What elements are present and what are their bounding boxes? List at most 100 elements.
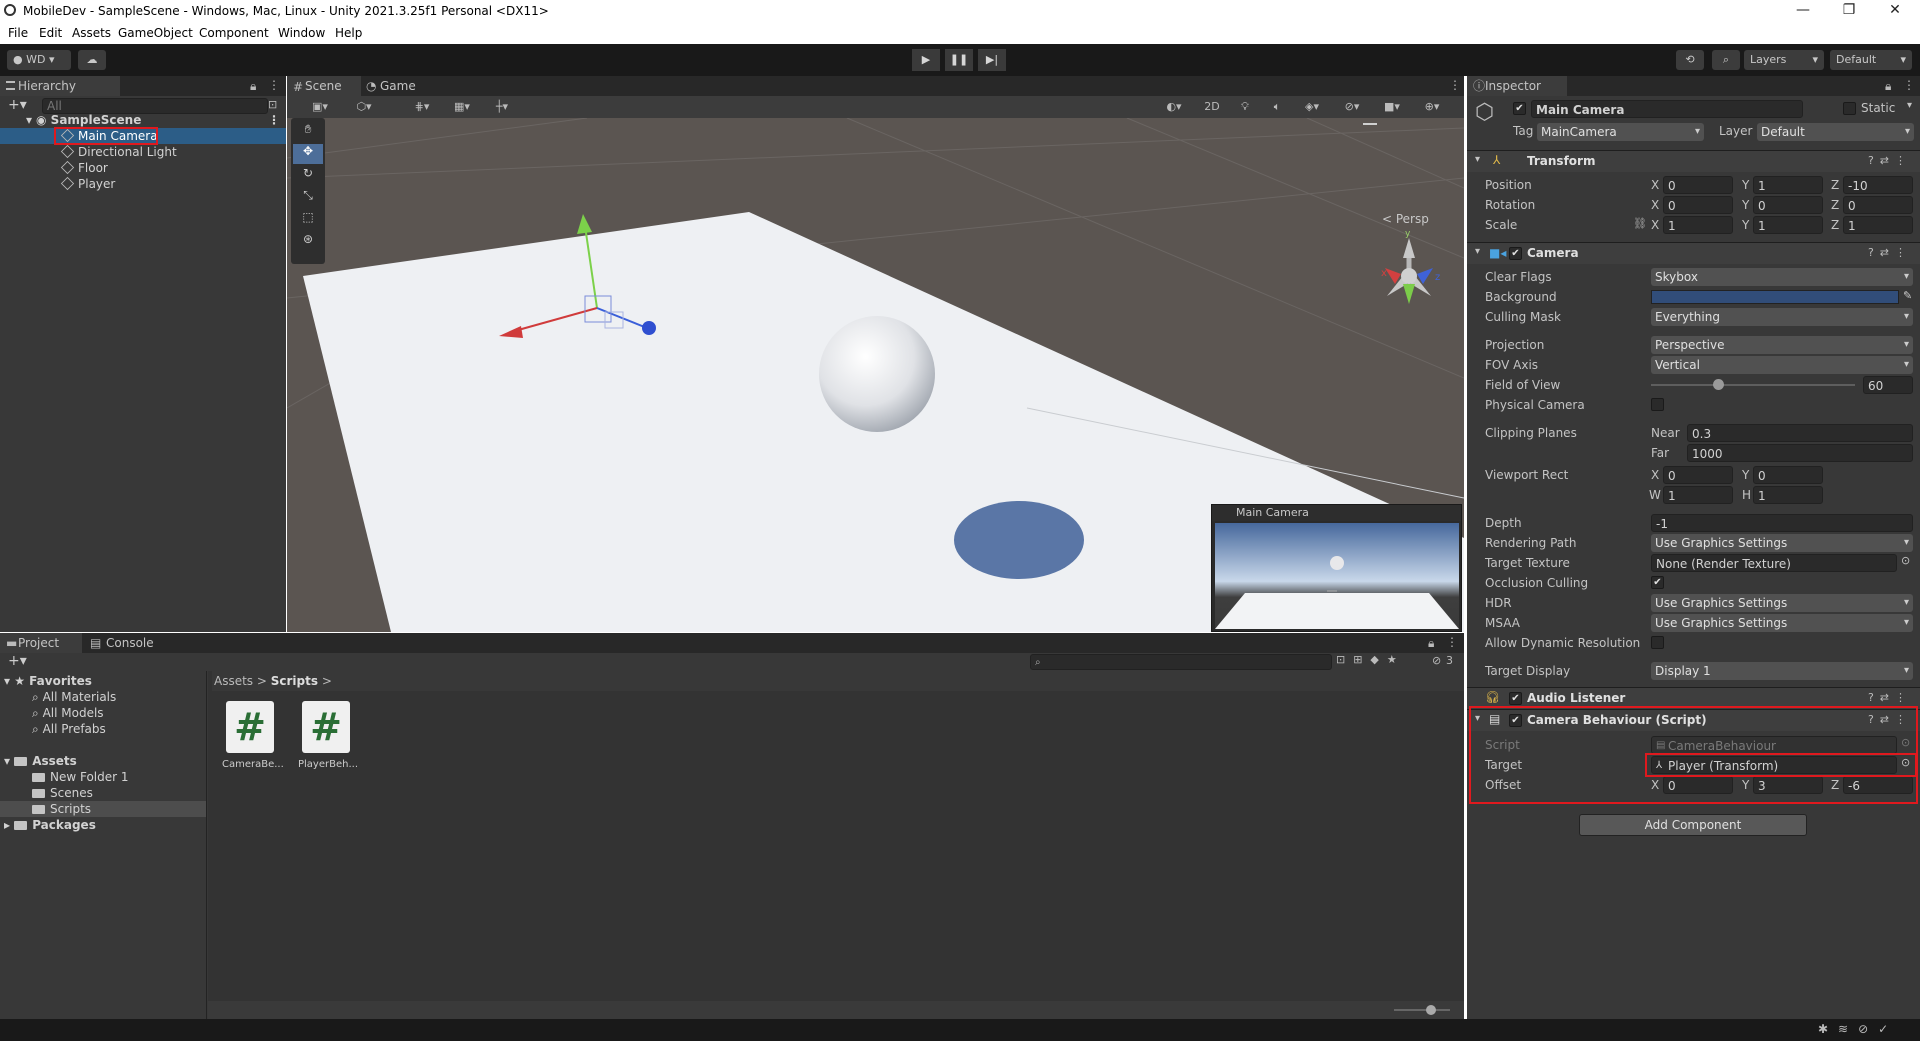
fov-axis-dropdown[interactable]: Vertical xyxy=(1651,356,1913,374)
kebab-menu-icon[interactable]: ⋮ xyxy=(268,78,280,92)
rendering-path-dropdown[interactable]: Use Graphics Settings xyxy=(1651,534,1913,552)
player-sphere[interactable] xyxy=(819,316,935,432)
breadcrumb-scripts[interactable]: Scripts xyxy=(271,674,318,688)
far-field[interactable]: 1000 xyxy=(1687,444,1913,462)
grid-button[interactable]: ▦▾ xyxy=(445,97,479,117)
effects-button[interactable]: ◈▾ xyxy=(1295,97,1329,117)
scene-row[interactable]: ▾ ◉ SampleScene ⋮ xyxy=(0,112,286,128)
rotation-y-field[interactable]: 0 xyxy=(1753,196,1823,214)
folder-scenes[interactable]: Scenes xyxy=(32,785,93,801)
active-checkbox[interactable]: ✔ xyxy=(1513,102,1526,115)
close-button[interactable]: ✕ xyxy=(1872,2,1918,22)
depth-field[interactable]: -1 xyxy=(1651,514,1913,532)
layout-dropdown[interactable]: Default ▾ xyxy=(1830,50,1912,70)
camera-settings-button[interactable]: ■▾ xyxy=(1375,97,1409,117)
menu-window[interactable]: Window xyxy=(278,26,325,40)
static-checkbox[interactable] xyxy=(1843,102,1856,115)
search-button[interactable]: ⌕ xyxy=(1712,50,1740,70)
kebab-menu-icon[interactable]: ⋮ xyxy=(1446,635,1458,649)
favorite-all-prefabs[interactable]: ⌕ All Prefabs xyxy=(32,721,106,737)
lighting-toggle[interactable]: 💡︎ xyxy=(1231,97,1259,117)
component-actions-icon[interactable]: ?⇄⋮ xyxy=(1868,713,1912,726)
folder-new-folder-1[interactable]: New Folder 1 xyxy=(32,769,129,785)
assets-row[interactable]: ▾ Assets xyxy=(4,753,77,769)
kebab-menu-icon[interactable]: ⋮ xyxy=(268,112,280,128)
asset-file-playerbehaviour[interactable]: # PlayerBeh... xyxy=(298,701,358,781)
menu-help[interactable]: Help xyxy=(335,26,362,40)
scale-z-field[interactable]: 1 xyxy=(1843,216,1913,234)
lock-icon[interactable]: 🔒︎ xyxy=(1428,636,1434,651)
link-icon[interactable]: ⛓︎ xyxy=(1633,217,1647,230)
projection-dropdown[interactable]: Perspective xyxy=(1651,336,1913,354)
increment-snap-button[interactable]: ┼▾ xyxy=(485,97,519,117)
layers-dropdown[interactable]: Layers ▾ xyxy=(1744,50,1824,70)
hdr-dropdown[interactable]: Use Graphics Settings xyxy=(1651,594,1913,612)
add-icon[interactable]: +▾ xyxy=(8,653,27,669)
camera-enabled-checkbox[interactable]: ✔ xyxy=(1509,247,1522,260)
menu-edit[interactable]: Edit xyxy=(39,26,62,40)
tab-console[interactable]: ▤ Console xyxy=(86,633,166,653)
mode-2d-button[interactable]: 2D xyxy=(1197,97,1227,117)
target-display-dropdown[interactable]: Display 1 xyxy=(1651,662,1913,680)
culling-mask-dropdown[interactable]: Everything xyxy=(1651,308,1913,326)
viewport-y-field[interactable]: 0 xyxy=(1753,466,1823,484)
eyedropper-icon[interactable]: ✎ xyxy=(1903,289,1912,302)
offset-x-field[interactable]: 0 xyxy=(1663,776,1733,794)
favorite-all-models[interactable]: ⌕ All Models xyxy=(32,705,104,721)
transform-header[interactable]: ▾ ⅄ Transform ?⇄⋮ xyxy=(1467,150,1920,172)
rotation-z-field[interactable]: 0 xyxy=(1843,196,1913,214)
view-tool-button[interactable]: ✋︎ xyxy=(293,122,323,142)
component-actions-icon[interactable]: ?⇄⋮ xyxy=(1868,246,1912,259)
offset-z-field[interactable]: -6 xyxy=(1843,776,1913,794)
tag-dropdown[interactable]: MainCamera xyxy=(1537,123,1704,141)
fov-slider-handle[interactable] xyxy=(1713,379,1725,390)
favorite-all-materials[interactable]: ⌕ All Materials xyxy=(32,689,116,705)
restore-button[interactable]: ❐ xyxy=(1826,2,1872,22)
tab-project[interactable]: ▬ Project xyxy=(0,633,82,653)
menu-assets[interactable]: Assets xyxy=(72,26,111,40)
scale-y-field[interactable]: 1 xyxy=(1753,216,1823,234)
camera-behaviour-checkbox[interactable]: ✔ xyxy=(1509,714,1522,727)
audio-listener-checkbox[interactable]: ✔ xyxy=(1509,692,1522,705)
breadcrumb-assets[interactable]: Assets xyxy=(214,674,253,688)
step-button[interactable]: ▶| xyxy=(978,49,1006,71)
kebab-menu-icon[interactable]: ⋮ xyxy=(1903,78,1915,92)
rect-tool-button[interactable]: ⬚ xyxy=(293,210,323,230)
fov-slider-track[interactable] xyxy=(1651,384,1855,386)
asset-file-camerabehaviour[interactable]: # CameraBe... xyxy=(222,701,284,781)
occlusion-culling-checkbox[interactable]: ✔ xyxy=(1651,576,1664,589)
hierarchy-item-main-camera[interactable]: Main Camera xyxy=(0,128,286,144)
background-color-swatch[interactable] xyxy=(1651,290,1899,304)
rotate-tool-button[interactable]: ↻ xyxy=(293,166,323,186)
gizmos-button[interactable]: ⊕▾ xyxy=(1415,97,1449,117)
add-component-button[interactable]: Add Component xyxy=(1579,814,1807,836)
position-y-field[interactable]: 1 xyxy=(1753,176,1823,194)
viewport-x-field[interactable]: 0 xyxy=(1663,466,1733,484)
icon-size-slider-handle[interactable] xyxy=(1426,1005,1436,1015)
kebab-menu-icon[interactable]: ⋮ xyxy=(1449,78,1461,92)
near-field[interactable]: 0.3 xyxy=(1687,424,1913,442)
object-name-field[interactable]: Main Camera xyxy=(1531,100,1803,118)
offset-y-field[interactable]: 3 xyxy=(1753,776,1823,794)
lock-icon[interactable]: 🔒︎ xyxy=(250,79,256,94)
physical-camera-checkbox[interactable] xyxy=(1651,398,1664,411)
play-button[interactable]: ▶ xyxy=(912,49,940,71)
menu-file[interactable]: File xyxy=(8,26,28,40)
transform-tool-button[interactable]: ⊛ xyxy=(293,232,323,252)
target-field[interactable]: ⅄ Player (Transform) xyxy=(1651,756,1897,774)
scale-tool-button[interactable]: ⤡ xyxy=(293,188,323,208)
hierarchy-item-directional-light[interactable]: Directional Light xyxy=(0,144,286,160)
tab-scene[interactable]: # Scene xyxy=(287,76,361,96)
minimize-button[interactable]: — xyxy=(1780,2,1826,22)
cloud-button[interactable]: ☁ xyxy=(78,50,106,70)
position-z-field[interactable]: -10 xyxy=(1843,176,1913,194)
pause-button[interactable]: ❚❚ xyxy=(945,49,973,71)
clear-flags-dropdown[interactable]: Skybox xyxy=(1651,268,1913,286)
component-actions-icon[interactable]: ?⇄⋮ xyxy=(1868,691,1912,704)
audio-toggle[interactable]: 🔈︎ xyxy=(1263,97,1291,117)
menu-gameobject[interactable]: GameObject xyxy=(118,26,193,40)
collapse-arrow-icon[interactable]: ▾ xyxy=(1475,154,1480,165)
project-search-input[interactable]: ⌕ xyxy=(1030,654,1332,670)
snap-button[interactable]: ⋕▾ xyxy=(405,97,439,117)
msaa-dropdown[interactable]: Use Graphics Settings xyxy=(1651,614,1913,632)
